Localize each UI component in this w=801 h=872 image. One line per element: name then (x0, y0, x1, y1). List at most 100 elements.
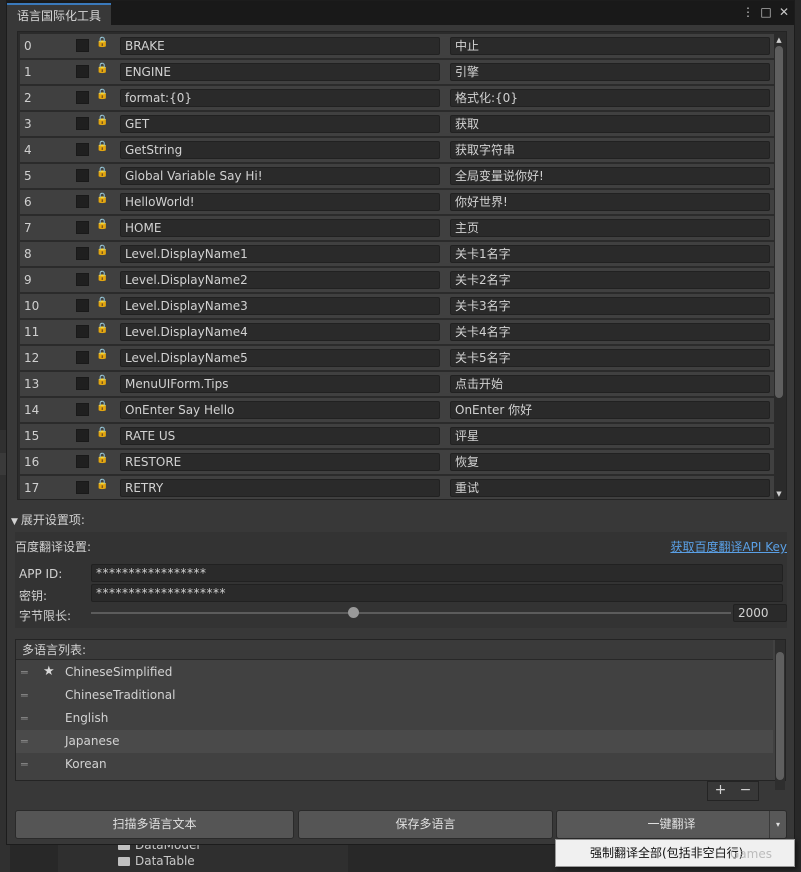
lock-icon[interactable]: 🔒 (96, 115, 108, 126)
translation-field[interactable]: 主页 (450, 219, 770, 237)
settings-foldout[interactable]: ▼ 展开设置项: (11, 511, 85, 528)
lock-icon[interactable]: 🔒 (96, 349, 108, 360)
row-checkbox[interactable] (76, 351, 89, 364)
lock-icon[interactable]: 🔒 (96, 89, 108, 100)
row-checkbox[interactable] (76, 299, 89, 312)
chevron-down-icon[interactable]: ▾ (769, 811, 786, 838)
add-language-button[interactable]: + (715, 782, 727, 800)
translation-field[interactable]: 关卡5名字 (450, 349, 770, 367)
translation-field[interactable]: 格式化:{0} (450, 89, 770, 107)
translation-field[interactable]: 重试 (450, 479, 770, 497)
lock-icon[interactable]: 🔒 (96, 193, 108, 204)
byte-limit-field[interactable]: 2000 (733, 604, 787, 622)
tab-localization-tool[interactable]: 语言国际化工具 (7, 3, 112, 25)
lock-icon[interactable]: 🔒 (96, 297, 108, 308)
lock-icon[interactable]: 🔒 (96, 167, 108, 178)
translation-field[interactable]: 关卡3名字 (450, 297, 770, 315)
row-checkbox[interactable] (76, 169, 89, 182)
lock-icon[interactable]: 🔒 (96, 141, 108, 152)
translate-split-button[interactable]: 一键翻译 ▾ (556, 810, 787, 839)
language-item[interactable]: ═ ChineseTraditional (16, 684, 773, 707)
remove-language-button[interactable]: − (740, 782, 752, 800)
row-checkbox[interactable] (76, 247, 89, 260)
translation-field[interactable]: OnEnter 你好 (450, 401, 770, 419)
translation-field[interactable]: 评星 (450, 427, 770, 445)
secret-field[interactable]: ******************** (91, 584, 783, 602)
drag-handle-icon[interactable]: ═ (21, 753, 28, 776)
translation-field[interactable]: 关卡1名字 (450, 245, 770, 263)
slider-handle[interactable] (348, 607, 360, 618)
row-checkbox[interactable] (76, 429, 89, 442)
row-checkbox[interactable] (76, 117, 89, 130)
folder-item[interactable]: DataTable (118, 854, 195, 868)
row-checkbox[interactable] (76, 143, 89, 156)
lock-icon[interactable]: 🔒 (96, 453, 108, 464)
drag-handle-icon[interactable]: ═ (21, 730, 28, 753)
translation-field[interactable]: 引擎 (450, 63, 770, 81)
row-checkbox[interactable] (76, 377, 89, 390)
key-field[interactable]: Level.DisplayName3 (120, 297, 440, 315)
key-field[interactable]: ENGINE (120, 63, 440, 81)
row-checkbox[interactable] (76, 91, 89, 104)
drag-handle-icon[interactable]: ═ (21, 661, 28, 684)
translation-field[interactable]: 点击开始 (450, 375, 770, 393)
translation-field[interactable]: 恢复 (450, 453, 770, 471)
lock-icon[interactable]: 🔒 (96, 401, 108, 412)
close-icon[interactable]: ✕ (778, 4, 790, 20)
translation-field[interactable]: 获取字符串 (450, 141, 770, 159)
key-field[interactable]: RETRY (120, 479, 440, 497)
lock-icon[interactable]: 🔒 (96, 323, 108, 334)
lock-icon[interactable]: 🔒 (96, 375, 108, 386)
translation-field[interactable]: 关卡4名字 (450, 323, 770, 341)
entry-list-scrollbar[interactable]: ▲ ▼ (774, 36, 784, 498)
scrollbar-thumb[interactable] (775, 46, 783, 398)
key-field[interactable]: Level.DisplayName4 (120, 323, 440, 341)
drag-handle-icon[interactable]: ═ (21, 707, 28, 730)
key-field[interactable]: GET (120, 115, 440, 133)
key-field[interactable]: format:{0} (120, 89, 440, 107)
key-field[interactable]: BRAKE (120, 37, 440, 55)
lock-icon[interactable]: 🔒 (96, 245, 108, 256)
key-field[interactable]: RESTORE (120, 453, 440, 471)
row-checkbox[interactable] (76, 481, 89, 494)
app-id-field[interactable]: ***************** (91, 564, 783, 582)
scrollbar-thumb[interactable] (776, 652, 784, 780)
row-checkbox[interactable] (76, 221, 89, 234)
language-item[interactable]: ═ ★ ChineseSimplified (16, 661, 773, 684)
kebab-menu-icon[interactable]: ⋮ (742, 4, 754, 20)
lock-icon[interactable]: 🔒 (96, 219, 108, 230)
row-checkbox[interactable] (76, 403, 89, 416)
key-field[interactable]: GetString (120, 141, 440, 159)
row-checkbox[interactable] (76, 455, 89, 468)
language-list-scrollbar[interactable] (775, 640, 785, 790)
lock-icon[interactable]: 🔒 (96, 63, 108, 74)
scroll-down-icon[interactable]: ▼ (774, 490, 784, 498)
translation-field[interactable]: 中止 (450, 37, 770, 55)
language-item[interactable]: ═ English (16, 707, 773, 730)
translation-field[interactable]: 你好世界! (450, 193, 770, 211)
key-field[interactable]: HOME (120, 219, 440, 237)
get-api-key-link[interactable]: 获取百度翻译API Key (670, 538, 787, 555)
maximize-icon[interactable]: □ (760, 4, 772, 20)
row-checkbox[interactable] (76, 325, 89, 338)
scan-button[interactable]: 扫描多语言文本 (15, 810, 294, 839)
key-field[interactable]: Global Variable Say Hi! (120, 167, 440, 185)
translation-field[interactable]: 关卡2名字 (450, 271, 770, 289)
key-field[interactable]: MenuUIForm.Tips (120, 375, 440, 393)
lock-icon[interactable]: 🔒 (96, 271, 108, 282)
lock-icon[interactable]: 🔒 (96, 479, 108, 490)
translation-field[interactable]: 获取 (450, 115, 770, 133)
row-checkbox[interactable] (76, 39, 89, 52)
lock-icon[interactable]: 🔒 (96, 427, 108, 438)
translation-field[interactable]: 全局变量说你好! (450, 167, 770, 185)
key-field[interactable]: OnEnter Say Hello (120, 401, 440, 419)
row-checkbox[interactable] (76, 195, 89, 208)
key-field[interactable]: RATE US (120, 427, 440, 445)
scroll-up-icon[interactable]: ▲ (774, 36, 784, 44)
row-checkbox[interactable] (76, 65, 89, 78)
key-field[interactable]: Level.DisplayName5 (120, 349, 440, 367)
key-field[interactable]: HelloWorld! (120, 193, 440, 211)
key-field[interactable]: Level.DisplayName2 (120, 271, 440, 289)
lock-icon[interactable]: 🔒 (96, 37, 108, 48)
row-checkbox[interactable] (76, 273, 89, 286)
